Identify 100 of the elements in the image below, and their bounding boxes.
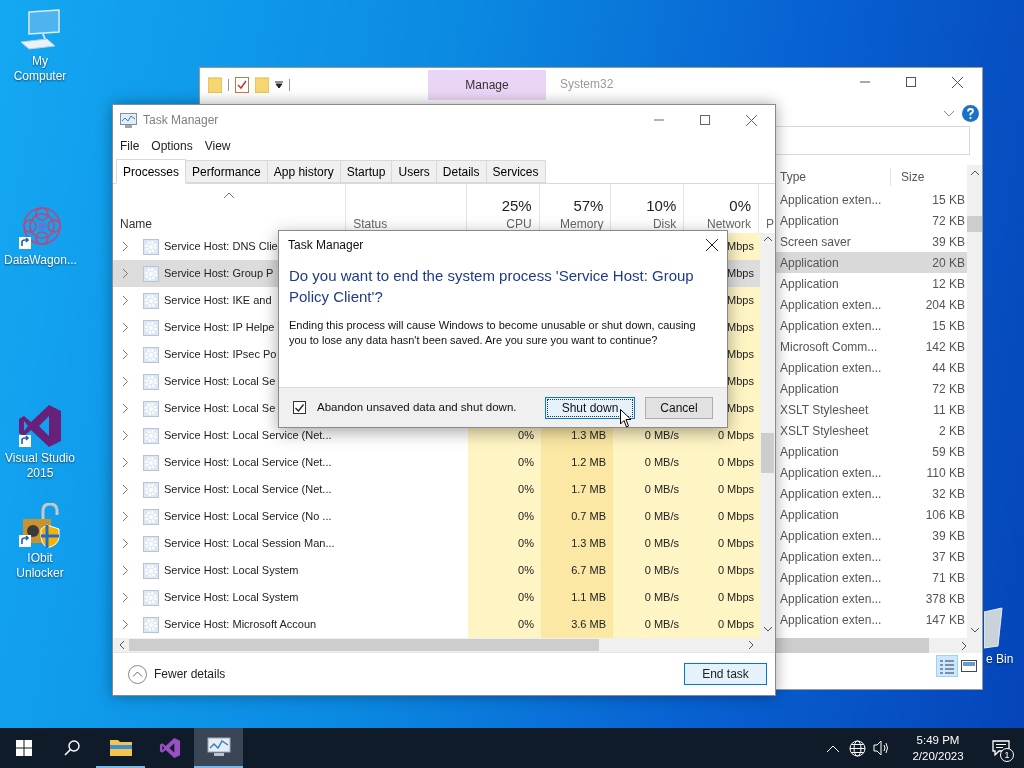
speaker-icon[interactable] [873,740,890,756]
ribbon-tab[interactable]: Manage [428,70,546,100]
file-row[interactable]: Application exten... 15 KB [775,315,967,336]
column-header[interactable]: Size [891,168,967,186]
expand-chevron-icon[interactable] [123,593,128,602]
tab[interactable]: Users [392,160,437,183]
file-row[interactable]: Application exten... 15 KB [775,189,967,210]
maximize-icon[interactable] [700,115,710,125]
tab[interactable]: Processes [116,159,187,184]
scrollbar-thumb[interactable] [761,433,774,473]
scroll-right-icon[interactable] [749,641,754,649]
file-row[interactable]: Application 106 KB [775,504,967,525]
help-icon[interactable] [962,105,979,122]
cancel-button[interactable]: Cancel [645,396,713,419]
file-row[interactable]: Application exten... 378 KB [775,588,967,609]
clock[interactable]: 5:49 PM 2/20/2023 [902,732,974,764]
chevron-up-icon[interactable] [827,744,839,752]
expand-chevron-icon[interactable] [123,620,128,629]
dropdown-icon[interactable] [275,80,283,89]
tab[interactable]: Startup [340,160,393,183]
notification-button[interactable]: 1 [978,728,1024,768]
file-row[interactable]: Application 20 KB [775,252,967,273]
file-row[interactable]: Application 72 KB [775,210,967,231]
window-title: Task Manager [143,112,219,129]
file-row[interactable]: Application exten... 204 KB [775,294,967,315]
process-row[interactable]: Service Host: Local Session Man... 0% 1.3 MB 0 MB/s 0 Mbps [113,530,760,557]
expand-chevron-icon[interactable] [123,350,128,359]
tab[interactable]: Performance [186,160,268,183]
file-row[interactable]: Application exten... 110 KB [775,462,967,483]
expand-chevron-icon[interactable] [123,323,128,332]
file-size: 39 KB [931,233,966,251]
expand-chevron-icon[interactable] [123,269,128,278]
expand-chevron-icon[interactable] [123,485,128,494]
file-row[interactable]: Microsoft Comm... 142 KB [775,336,967,357]
scrollbar[interactable] [967,165,982,638]
checkbox-label[interactable]: Abandon unsaved data and shut down. [317,398,517,417]
process-row[interactable]: Service Host: Local System 0% 1.1 MB 0 MB/s 0 Mbps [113,584,760,611]
file-row[interactable]: Application 12 KB [775,273,967,294]
desktop-icon-label[interactable]: e Bin [986,652,1014,667]
scrollbar-thumb[interactable] [129,639,599,651]
expand-chevron-icon[interactable] [123,458,128,467]
process-row[interactable]: Service Host: Local System 0% 6.7 MB 0 MB/s 0 Mbps [113,557,760,584]
column-header[interactable]: P [759,184,775,233]
scroll-down-icon[interactable] [763,627,772,632]
file-row[interactable]: Application exten... 44 KB [775,357,967,378]
file-row[interactable]: XSLT Stylesheet 2 KB [775,420,967,441]
process-row[interactable]: Service Host: Local Service (Net... 0% 1.2 MB 0 MB/s 0 Mbps [113,449,760,476]
expand-chevron-icon[interactable] [123,404,128,413]
expand-chevron-icon[interactable] [123,512,128,521]
file-row[interactable]: Application 59 KB [775,441,967,462]
scrollbar-thumb[interactable] [775,638,929,653]
file-row[interactable]: Screen saver 39 KB [775,231,967,252]
scrollbar[interactable] [760,233,775,638]
shut-down-button[interactable]: Shut down [545,396,635,419]
close-icon[interactable] [952,76,963,88]
expand-chevron-icon[interactable] [123,539,128,548]
process-row[interactable]: Service Host: Local Service (No ... 0% 0.7 MB 0 MB/s 0 Mbps [113,503,760,530]
gear-icon [143,589,159,606]
file-row[interactable]: Application exten... 147 KB [775,609,967,630]
process-name: Service Host: Local System [164,563,299,579]
tab[interactable]: App history [267,160,341,183]
file-row[interactable]: Application 72 KB [775,378,967,399]
file-row[interactable]: XSLT Stylesheet 11 KB [775,399,967,420]
file-row[interactable]: Application exten... 39 KB [775,525,967,546]
file-row[interactable]: Application exten... 71 KB [775,567,967,588]
network-globe-icon[interactable] [849,739,866,757]
file-row[interactable]: Application exten... 32 KB [775,483,967,504]
scroll-down-icon[interactable] [970,628,979,633]
scrollbar-thumb[interactable] [967,216,982,232]
checklist-icon[interactable] [235,76,249,93]
tab[interactable]: Services [486,160,546,183]
expand-chevron-icon[interactable] [123,242,128,251]
thumbnail-view-icon[interactable] [960,658,978,674]
expand-chevron-icon[interactable] [123,566,128,575]
cpu-cell: 0% [468,476,541,503]
process-row[interactable]: Service Host: Microsoft Accoun 0% 3.6 MB 0 MB/s 0 Mbps [113,611,760,638]
expand-chevron-icon[interactable] [123,296,128,305]
file-row[interactable]: Application exten... 37 KB [775,546,967,567]
scrollbar[interactable] [113,638,775,652]
menu-item[interactable]: File [120,137,140,155]
expand-chevron-icon[interactable] [123,377,128,386]
scroll-right-icon[interactable] [962,641,967,650]
gear-icon [143,400,159,417]
chevron-down-icon[interactable] [944,110,954,117]
menu-item[interactable]: View [204,137,231,155]
maximize-icon[interactable] [906,77,916,87]
expand-chevron-icon[interactable] [123,431,128,440]
scrollbar[interactable] [775,638,982,653]
checkbox[interactable] [293,401,306,414]
menu-item[interactable]: Options [151,137,193,155]
scroll-up-icon[interactable] [763,236,772,241]
tab[interactable]: Details [436,160,487,183]
collapse-icon[interactable] [128,664,147,684]
taskbar-app[interactable] [194,728,243,768]
close-icon[interactable] [706,238,718,251]
process-row[interactable]: Service Host: Local Service (Net... 0% 1.7 MB 0 MB/s 0 Mbps [113,476,760,503]
scroll-left-icon[interactable] [119,641,124,649]
end-task-button[interactable]: End task [684,663,767,685]
scroll-up-icon[interactable] [970,170,979,175]
fewer-details-link[interactable]: Fewer details [154,665,226,683]
